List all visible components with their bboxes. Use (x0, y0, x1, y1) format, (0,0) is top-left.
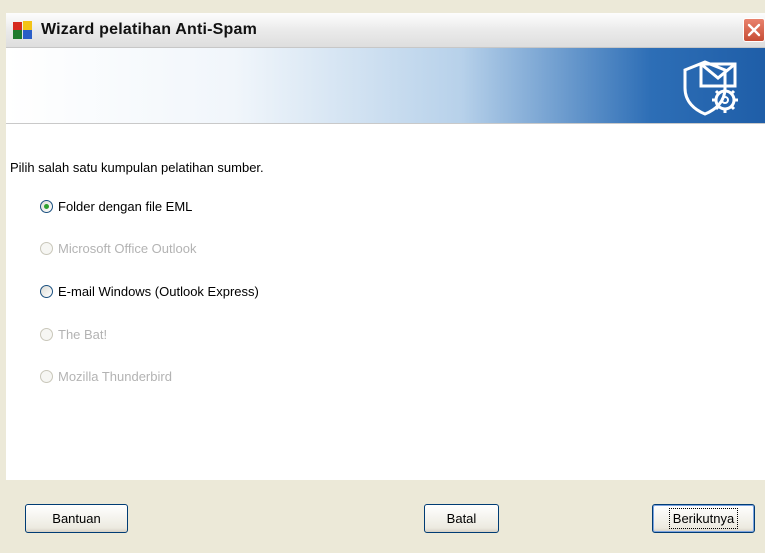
option-label: The Bat! (58, 327, 108, 342)
shield-envelope-gear-icon (683, 60, 738, 116)
wizard-window: Wizard pelatihan Anti-Spam Pilih salah s… (0, 0, 765, 553)
title-bar[interactable]: Wizard pelatihan Anti-Spam (6, 13, 765, 48)
radio-selected-dot (44, 204, 49, 209)
option-outlook: Microsoft Office Outlook (40, 241, 196, 256)
next-button-label: Berikutnya (668, 508, 739, 529)
help-button[interactable]: Bantuan (25, 504, 128, 533)
wizard-content: Pilih salah satu kumpulan pelatihan sumb… (6, 123, 765, 481)
button-bar: Bantuan Batal Berikutnya (6, 480, 765, 553)
option-outlook-express[interactable]: E-mail Windows (Outlook Express) (40, 284, 259, 299)
help-button-label: Bantuan (52, 511, 101, 526)
option-thunderbird: Mozilla Thunderbird (40, 369, 172, 384)
option-label: E-mail Windows (Outlook Express) (58, 284, 259, 299)
radio-outlook (40, 242, 53, 255)
prompt-text: Pilih salah satu kumpulan pelatihan sumb… (10, 160, 264, 175)
option-label: Microsoft Office Outlook (58, 241, 197, 256)
radio-outlook-express[interactable] (40, 285, 53, 298)
radio-folder-eml[interactable] (40, 200, 53, 213)
cancel-button[interactable]: Batal (424, 504, 499, 533)
option-label: Mozilla Thunderbird (58, 369, 172, 384)
option-label: Folder dengan file EML (58, 199, 193, 214)
radio-the-bat (40, 328, 53, 341)
header-banner (6, 48, 765, 123)
cancel-button-label: Batal (446, 511, 477, 526)
window-title: Wizard pelatihan Anti-Spam (41, 21, 258, 38)
option-the-bat: The Bat! (40, 327, 107, 342)
close-button[interactable] (743, 18, 765, 42)
next-button[interactable]: Berikutnya (652, 504, 755, 533)
option-folder-eml[interactable]: Folder dengan file EML (40, 199, 192, 214)
close-icon (747, 23, 761, 37)
radio-thunderbird (40, 370, 53, 383)
avg-logo-icon (13, 21, 32, 39)
